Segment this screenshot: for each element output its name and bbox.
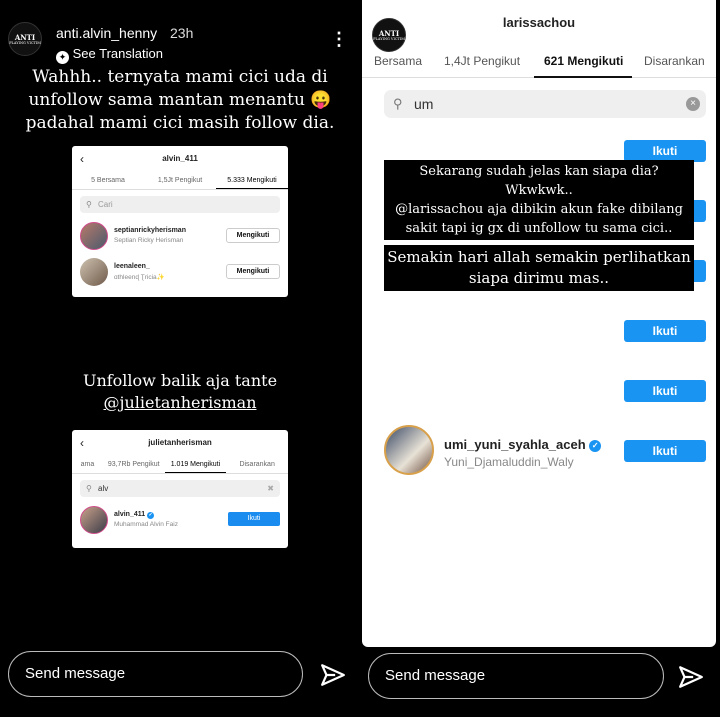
user-handle: leenaleen_ <box>114 263 150 270</box>
tab-disarankan: Disarankan <box>644 54 705 68</box>
more-options-icon[interactable]: ⋮ <box>330 30 348 48</box>
mention-link: @julietanherisman <box>103 393 257 412</box>
verified-badge-icon: ✓ <box>147 512 155 519</box>
tab-mengikuti: 1.019 Mengikuti <box>164 456 227 473</box>
back-arrow-icon: ‹ <box>80 436 84 450</box>
user-handle-wrap: alvin_411 ✓ <box>114 511 155 519</box>
following-screenshot-card: ‹ alvin_411 5 Bersama 1,5Jt Pengikut 5.3… <box>72 146 288 297</box>
story-left: ANTI PLAYING VICTIM anti.alvin_henny 23h… <box>0 0 356 717</box>
caption-line: Wahhh.. ternyata mami cici uda di <box>32 67 328 87</box>
follow-button: Ikuti <box>624 440 706 462</box>
send-icon[interactable] <box>678 664 704 690</box>
card-tabs: 5 Bersama 1,5Jt Pengikut 5.333 Mengikuti <box>72 172 288 190</box>
avatar <box>80 258 108 286</box>
user-fullname: Muhammad Alvin Faiz <box>114 521 178 528</box>
card-search-field: ⚲ Cari <box>80 196 280 213</box>
see-translation-label: See Translation <box>72 46 163 61</box>
search-field: ⚲ um × <box>384 90 706 118</box>
story-time: 23h <box>528 24 552 40</box>
verified-badge-icon: ✓ <box>589 440 602 452</box>
list-item: leenaleen_ ɑthleenɖ Ʈricia✨ Mengikuti <box>72 255 288 291</box>
story-username[interactable]: anti.alvin_henny <box>56 25 157 41</box>
story-username[interactable]: anti.alvin_henny <box>418 24 519 40</box>
profile-avatar[interactable]: ANTI PLAYING VICTIM <box>372 18 406 52</box>
send-icon[interactable] <box>320 662 346 688</box>
story-caption-2: Unfollow balik aja tante @julietanherism… <box>10 370 350 414</box>
search-value: um <box>414 96 434 112</box>
story-caption-1: Wahhh.. ternyata mami cici uda di unfoll… <box>10 66 350 135</box>
see-translation-link[interactable]: See Translation <box>436 45 526 60</box>
card-title: alvin_411 <box>162 154 198 163</box>
follow-tabs: Bersama 1,4Jt Pengikut 621 Mengikuti Dis… <box>362 44 716 78</box>
following-button: Mengikuti <box>226 264 280 279</box>
user-fullname: Septian Ricky Herisman <box>114 237 184 244</box>
search-value: alv <box>98 484 109 493</box>
clear-icon: × <box>686 97 700 111</box>
user-fullname: Yuni_Djamaluddin_Waly <box>444 455 574 469</box>
search-placeholder: Cari <box>98 200 113 209</box>
following-button: Mengikuti <box>226 228 280 243</box>
search-icon: ⚲ <box>86 200 92 209</box>
avatar <box>80 222 108 250</box>
follow-button: Ikuti <box>624 140 706 162</box>
text-line: Semakin hari allah semakin perlihatkan <box>387 248 691 266</box>
avatar <box>80 506 108 534</box>
list-item: alvin_411 ✓ Muhammad Alvin Faiz Ikuti <box>72 503 288 539</box>
story-time: 23h <box>170 25 194 41</box>
tab-disarankan: Disarankan <box>239 461 275 468</box>
active-tab-indicator <box>534 76 632 78</box>
avatar-subtext: PLAYING VICTIM <box>373 37 405 41</box>
user-handle: septianrickyherisman <box>114 227 186 234</box>
follow-button: Ikuti <box>228 512 280 526</box>
card-header: ‹ julietanherisman <box>72 430 288 456</box>
story-text-1: Sekarang sudah jelas kan siapa dia? Wkwk… <box>384 160 694 240</box>
screenshot-panel: larissachou Bersama 1,4Jt Pengikut 621 M… <box>362 0 716 647</box>
more-options-icon[interactable]: ⋮ <box>694 30 712 48</box>
caption-line: padahal mami cici masih follow dia. <box>25 113 335 133</box>
list-item: septianrickyherisman Septian Ricky Heris… <box>72 219 288 255</box>
tab-mengikuti: 5.333 Mengikuti <box>216 172 288 189</box>
back-arrow-icon: ‹ <box>80 152 84 166</box>
text-line: Sekarang sudah jelas kan siapa dia? Wkwk… <box>419 164 659 198</box>
story-text-2: Semakin hari allah semakin perlihatkan s… <box>384 245 694 291</box>
user-handle-wrap: umi_yuni_syahla_aceh ✓ <box>444 437 602 452</box>
caption-line: unfollow sama mantan menantu 😛 <box>28 90 332 110</box>
tab-pengikut: 93,7Rb Pengikut <box>107 461 160 468</box>
following-screenshot-card-2: ‹ julietanherisman ama 93,7Rb Pengikut 1… <box>72 430 288 548</box>
card-search-field: ⚲ alv ✖ <box>80 480 280 497</box>
text-line: sakit tapi ig gx di unfollow tu sama cic… <box>405 221 673 236</box>
see-translation-link[interactable]: ✦ See Translation <box>56 46 163 64</box>
send-message-input[interactable]: Send message <box>8 651 303 697</box>
tab-mengikuti: 621 Mengikuti <box>544 54 624 68</box>
tab-bersama: ama <box>80 461 95 468</box>
card-tabs: ama 93,7Rb Pengikut 1.019 Mengikuti Disa… <box>72 456 288 474</box>
follow-button: Ikuti <box>624 380 706 402</box>
avatar-subtext: PLAYING VICTIM <box>9 41 41 45</box>
tab-bersama: 5 Bersama <box>91 177 125 184</box>
card-header: ‹ alvin_411 <box>72 146 288 172</box>
translate-icon: ✦ <box>56 51 69 64</box>
search-icon: ⚲ <box>86 484 92 493</box>
card-title: julietanherisman <box>148 438 212 447</box>
profile-avatar[interactable]: ANTI PLAYING VICTIM <box>8 22 42 56</box>
user-fullname: ɑthleenɖ Ʈricia✨ <box>114 274 165 281</box>
send-message-input[interactable]: Send message <box>368 653 664 699</box>
caption-line: Unfollow balik aja tante <box>82 371 278 390</box>
search-icon: ⚲ <box>393 96 403 111</box>
story-right: larissachou Bersama 1,4Jt Pengikut 621 M… <box>358 0 720 717</box>
tab-bersama: Bersama <box>374 54 423 68</box>
user-handle: alvin_411 <box>114 511 146 518</box>
clear-icon: ✖ <box>267 484 274 493</box>
text-line: @larissachou aja dibikin akun fake dibil… <box>395 202 683 217</box>
avatar <box>384 425 434 475</box>
user-handle: umi_yuni_syahla_aceh <box>444 437 586 452</box>
follow-button: Ikuti <box>624 320 706 342</box>
text-line: siapa dirimu mas.. <box>468 269 610 287</box>
tab-pengikut: 1,5Jt Pengikut <box>157 177 203 184</box>
